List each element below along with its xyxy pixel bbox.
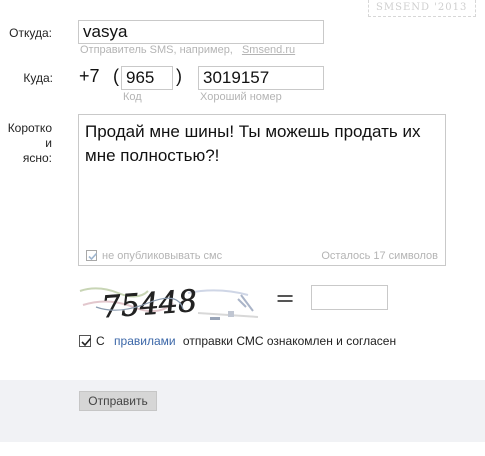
open-paren: ( xyxy=(113,66,119,86)
equals-sign: = xyxy=(275,284,296,312)
message-label: Коротко и ясно: xyxy=(0,121,52,166)
close-paren: ) xyxy=(176,66,182,86)
from-hint-link[interactable]: Smsend.ru xyxy=(242,44,295,56)
submit-button[interactable]: Отправить xyxy=(79,391,157,411)
message-textarea[interactable]: Продай мне шины! Ты можешь продать их мн… xyxy=(78,114,446,266)
to-label: Куда: xyxy=(23,71,53,85)
agree-prefix: С xyxy=(96,334,105,348)
captcha-input[interactable] xyxy=(311,285,388,310)
agree-suffix: отправки СМС ознакомлен и согласен xyxy=(182,334,397,348)
no-publish-checkbox[interactable] xyxy=(86,250,98,261)
captcha-image: 75448 xyxy=(78,284,264,326)
phone-number-hint: Хороший номер xyxy=(200,91,282,103)
from-hint: Отправитель SMS, например, Smsend.ru xyxy=(80,44,295,56)
checkmark-icon xyxy=(88,252,98,261)
phone-number-input[interactable]: 3019157 xyxy=(198,66,324,90)
message-text: Продай мне шины! Ты можешь продать их мн… xyxy=(85,122,421,165)
agree-text: С правилами отправки СМС ознакомлен и со… xyxy=(96,334,396,348)
no-publish-label: не опубликовывать смс xyxy=(102,250,223,262)
country-code: +7 xyxy=(79,66,100,86)
smsend-stamp: SMSEND '2013 xyxy=(368,0,476,17)
message-label-line1: Коротко и xyxy=(7,121,52,150)
area-code-hint: Код xyxy=(123,91,142,103)
remaining-counter: Осталось 17 символов xyxy=(321,250,438,262)
agree-checkbox[interactable] xyxy=(79,335,92,347)
message-label-line2: ясно: xyxy=(22,151,52,165)
area-code-input[interactable]: 965 xyxy=(121,66,173,90)
footer-panel xyxy=(0,380,485,442)
from-input[interactable]: vasya xyxy=(78,20,324,44)
from-hint-text: Отправитель SMS, например, xyxy=(80,44,233,56)
from-label: Откуда: xyxy=(9,26,52,40)
checkmark-icon xyxy=(81,337,92,347)
captcha-text: 75448 xyxy=(101,285,199,325)
rules-link[interactable]: правилами xyxy=(114,334,176,348)
